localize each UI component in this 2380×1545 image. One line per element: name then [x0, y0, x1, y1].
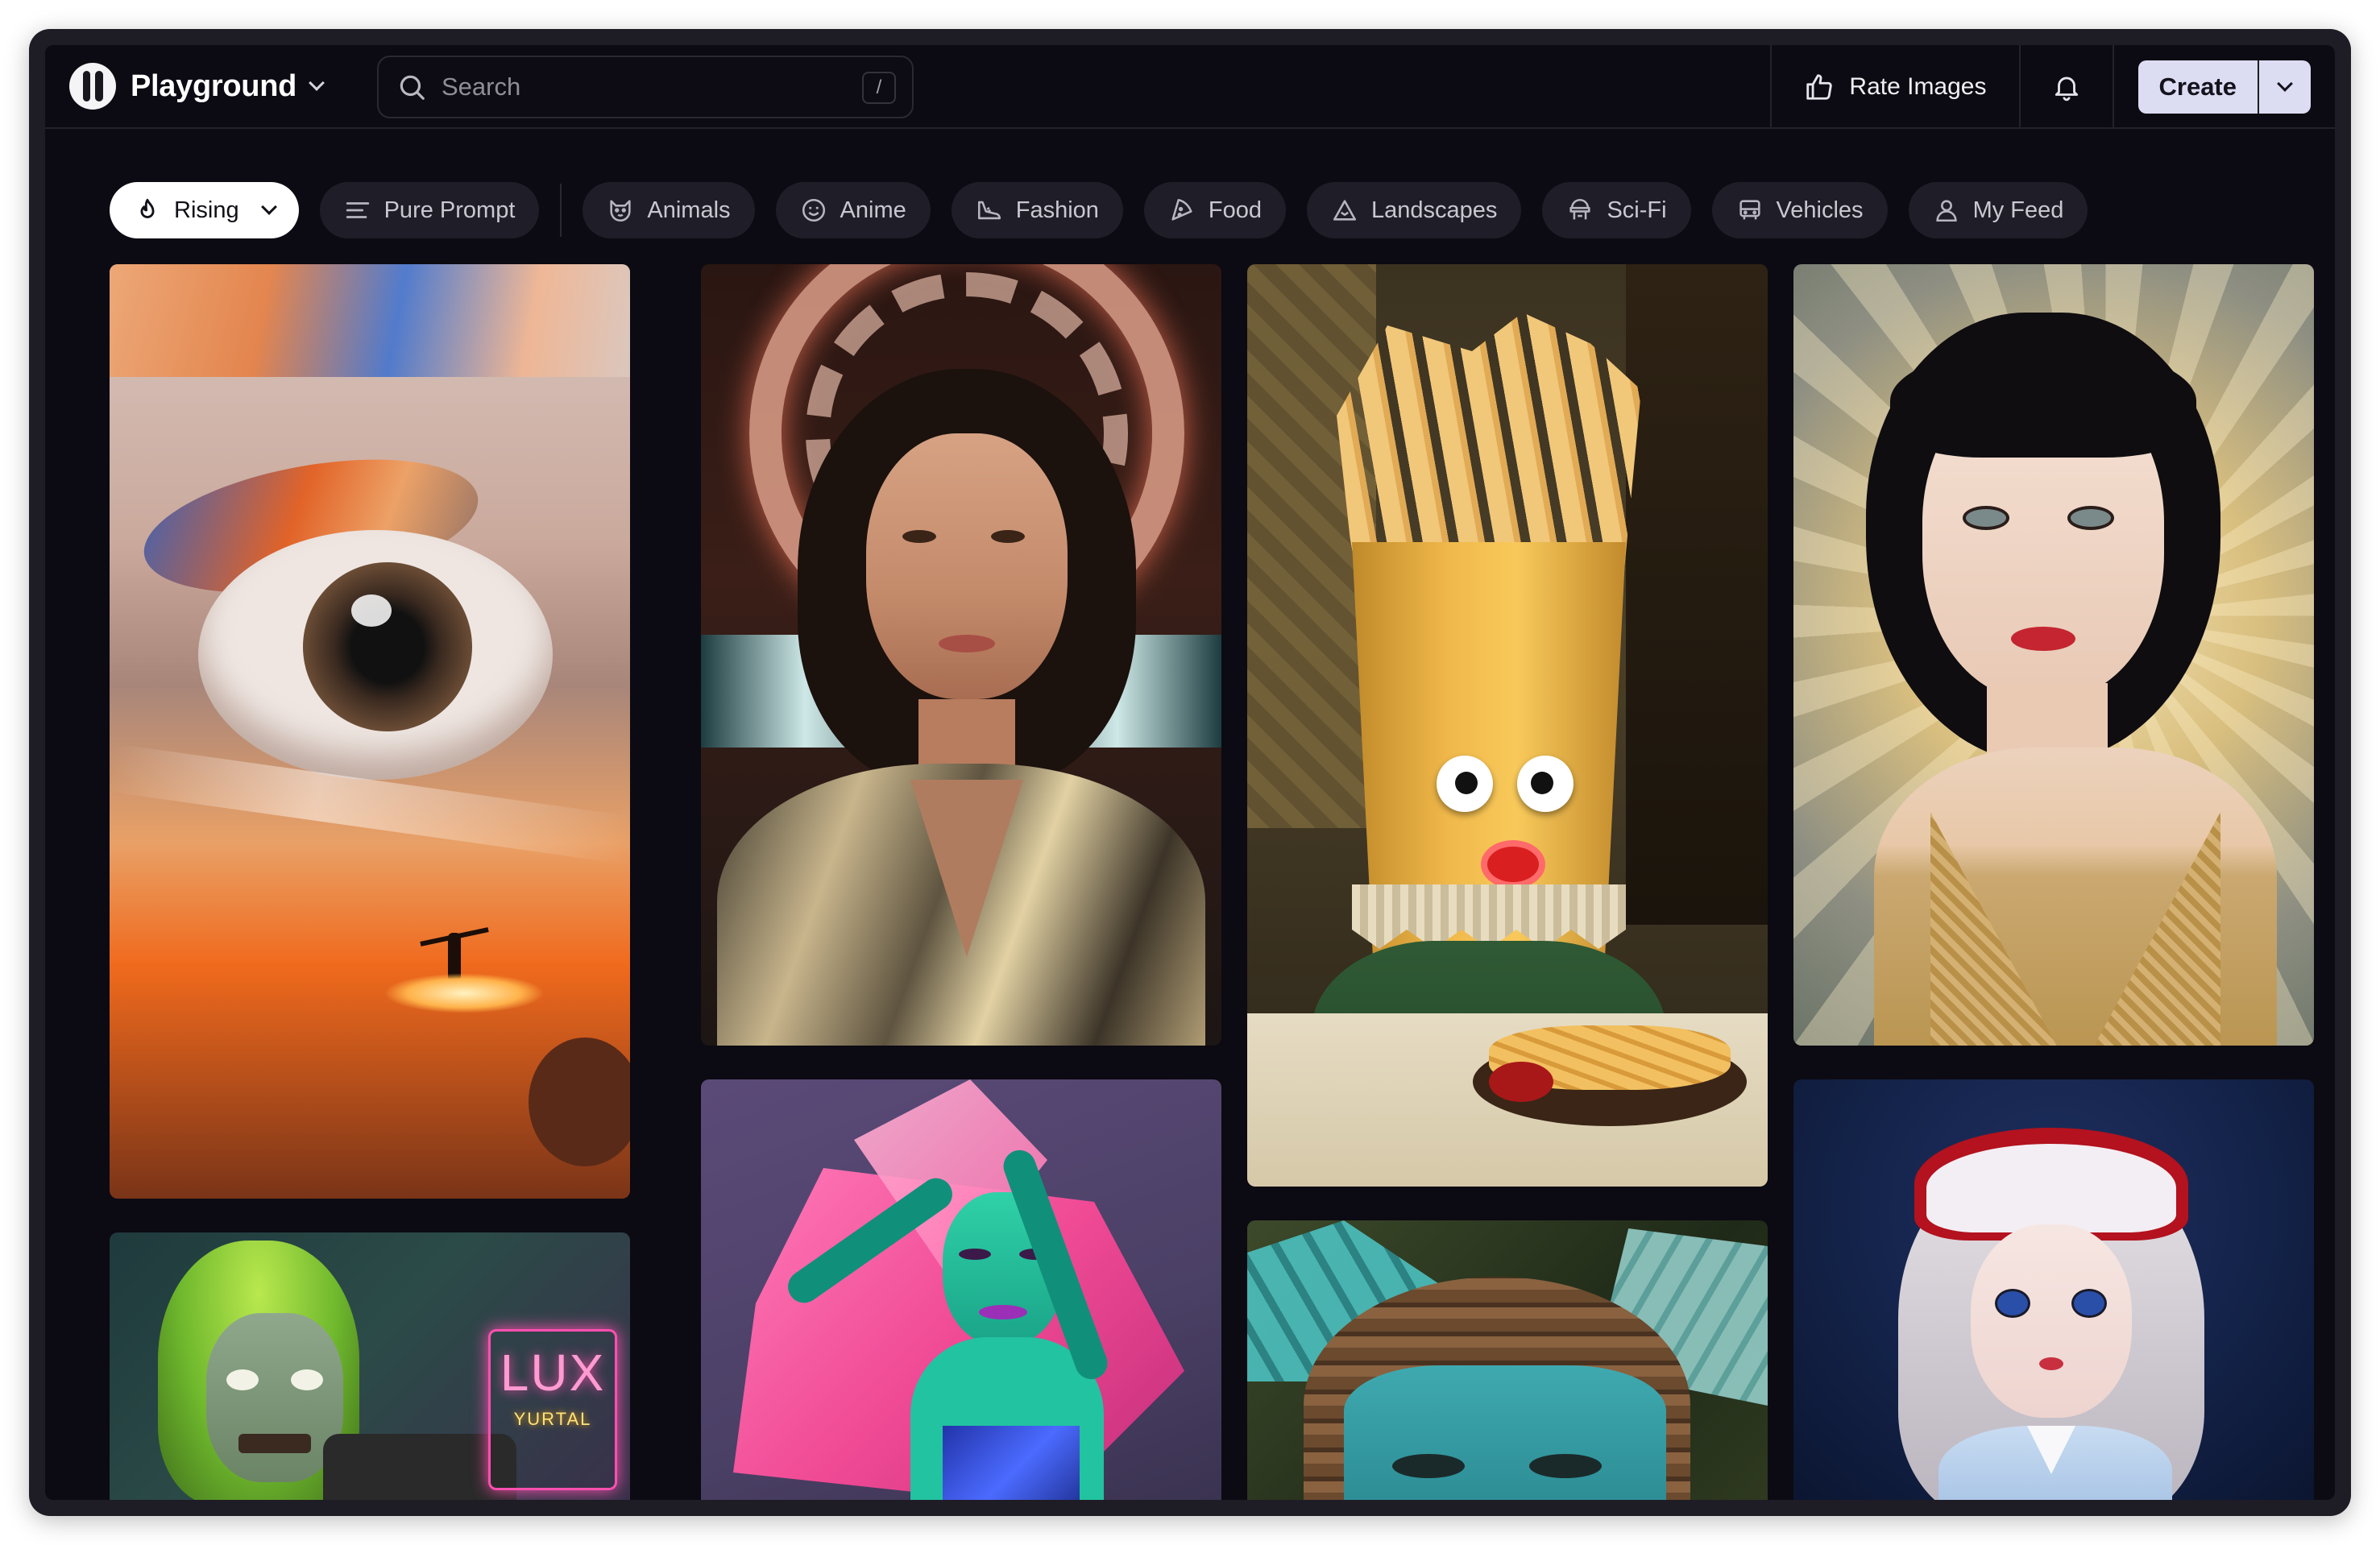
filter-fashion[interactable]: Fashion	[951, 182, 1123, 238]
app-root: Playground / Rate Images Create	[45, 45, 2335, 1500]
filter-label: Fashion	[1015, 197, 1099, 223]
brand-name: Playground	[131, 68, 297, 103]
filter-vehicles[interactable]: Vehicles	[1711, 182, 1888, 238]
car-icon	[1739, 200, 1760, 220]
search-icon	[400, 75, 425, 100]
playground-logo-icon	[69, 63, 116, 110]
filter-my-feed[interactable]: My Feed	[1908, 182, 2088, 238]
pizza-icon	[1171, 198, 1192, 221]
gallery-image-green-goblin[interactable]: LUX YURTAL	[110, 1232, 630, 1500]
gallery-image-aztec-mask[interactable]	[1247, 1220, 1768, 1500]
category-filter-bar: Rising Pure Prompt Animals Anime Fashion…	[110, 182, 2108, 238]
lines-icon	[346, 202, 369, 218]
chevron-down-icon	[260, 199, 277, 215]
filter-pure-prompt[interactable]: Pure Prompt	[319, 182, 540, 238]
bell-icon	[2055, 77, 2078, 101]
gallery-image-porcelain-doll[interactable]	[1793, 1079, 2314, 1500]
search-input[interactable]	[442, 72, 828, 101]
notifications-button[interactable]	[2018, 45, 2114, 129]
create-button[interactable]: Create	[2137, 60, 2259, 114]
neon-sign: LUX YURTAL	[488, 1329, 617, 1490]
filter-label: Anime	[840, 197, 906, 223]
filter-label: Animals	[647, 197, 731, 223]
filter-landscapes[interactable]: Landscapes	[1307, 182, 1522, 238]
flame-icon	[140, 198, 155, 218]
search-shortcut-badge: /	[862, 72, 896, 104]
cat-icon	[610, 200, 631, 222]
filter-label: My Feed	[1972, 197, 2064, 223]
filter-label: Sci-Fi	[1607, 197, 1667, 223]
brand-menu[interactable]: Playground	[69, 45, 325, 128]
filter-anime[interactable]: Anime	[775, 182, 931, 238]
thumbs-up-icon	[1806, 74, 1833, 100]
gallery-image-eye-sunset[interactable]	[110, 264, 630, 1199]
header-actions: Rate Images Create	[1770, 45, 2335, 129]
rate-images-button[interactable]: Rate Images	[1770, 45, 2018, 129]
robot-icon	[1569, 198, 1591, 220]
top-header: Playground / Rate Images Create	[45, 45, 2335, 129]
filter-label: Pure Prompt	[384, 197, 516, 223]
filter-divider	[560, 184, 562, 237]
filter-label: Food	[1208, 197, 1263, 223]
shoe-icon	[977, 201, 1001, 220]
create-dropdown-button[interactable]	[2259, 60, 2311, 114]
browser-window: Playground / Rate Images Create	[29, 29, 2351, 1516]
gallery-image-gold-portrait[interactable]	[1793, 264, 2314, 1046]
filter-label: Landscapes	[1371, 197, 1498, 223]
filter-label: Rising	[174, 197, 239, 223]
create-split-button: Create	[2137, 60, 2311, 114]
gallery-image-fries-character[interactable]	[1247, 264, 1768, 1187]
user-icon	[1935, 200, 1957, 222]
neon-sign-text: LUX	[500, 1344, 606, 1402]
filter-food[interactable]: Food	[1143, 182, 1287, 238]
filter-label: Vehicles	[1776, 197, 1864, 223]
chevron-down-icon	[309, 75, 325, 91]
gallery-image-retro-woman[interactable]	[701, 264, 1221, 1046]
rate-images-label: Rate Images	[1849, 73, 1987, 100]
filter-rising[interactable]: Rising	[110, 182, 299, 238]
neon-sign-subtext: YURTAL	[513, 1409, 592, 1429]
smile-icon	[802, 198, 825, 222]
chevron-down-icon	[2277, 76, 2293, 92]
mountain-icon	[1333, 200, 1357, 221]
filter-sci-fi[interactable]: Sci-Fi	[1542, 182, 1691, 238]
gallery-image-neon-fashion[interactable]	[701, 1079, 1221, 1500]
search-box[interactable]: /	[377, 56, 914, 118]
filter-animals[interactable]: Animals	[583, 182, 755, 238]
